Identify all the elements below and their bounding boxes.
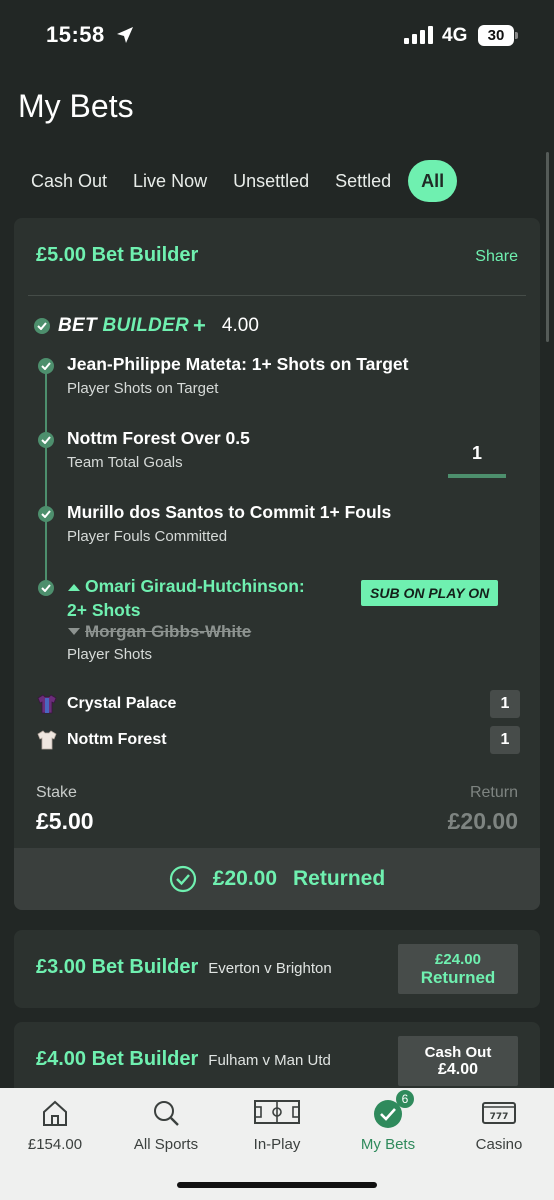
bet-title: £3.00 Bet Builder Everton v Brighton	[36, 956, 332, 978]
team-name: Nottm Forest	[67, 731, 167, 748]
return-value: £20.00	[447, 808, 518, 834]
team-score: 1	[490, 726, 520, 754]
returned-label: Returned	[293, 867, 386, 890]
nav-in-play[interactable]: In-Play	[222, 1088, 332, 1166]
svg-text:777: 777	[490, 1112, 509, 1122]
returned-banner: £20.00 Returned	[14, 848, 540, 910]
match-label: Fulham v Man Utd	[208, 1052, 331, 1069]
bet-filter-tabs: Cash Out Live Now Unsettled Settled All	[18, 160, 458, 202]
check-circle-icon	[169, 865, 196, 893]
my-bets-count-badge: 6	[396, 1090, 414, 1108]
nottm-forest-shirt-icon	[37, 730, 57, 750]
bets-list: £5.00 Bet Builder Share BET BUILDER + 4.…	[0, 210, 554, 1090]
tab-cash-out[interactable]: Cash Out	[18, 160, 120, 202]
search-icon	[154, 1101, 179, 1126]
bet-leg: Jean-Philippe Mateta: 1+ Shots on Target…	[67, 352, 408, 397]
stake-value: £5.00	[36, 808, 94, 834]
leg-market: Team Total Goals	[67, 454, 183, 471]
leg-market: Player Fouls Committed	[67, 528, 228, 545]
stake-label: Stake	[36, 784, 77, 801]
tab-settled[interactable]: Settled	[322, 160, 404, 202]
share-button[interactable]: Share	[475, 248, 518, 266]
divider	[28, 295, 526, 296]
returned-status: £24.00 Returned	[398, 944, 518, 994]
home-indicator[interactable]	[177, 1182, 377, 1188]
tab-live-now[interactable]: Live Now	[120, 160, 220, 202]
nav-label: My Bets	[360, 1136, 416, 1153]
nav-my-bets[interactable]: 6 My Bets	[333, 1088, 443, 1166]
bet-leg: Murillo dos Santos to Commit 1+ Fouls Pl…	[67, 500, 391, 545]
home-icon	[43, 1100, 67, 1126]
status-time: 15:58	[46, 22, 105, 47]
signal-icon	[404, 26, 433, 44]
check-icon	[34, 318, 50, 334]
sub-on-arrow-icon	[68, 584, 80, 591]
nav-label: In-Play	[253, 1136, 301, 1153]
replaced-player: Morgan Gibbs-White	[67, 622, 305, 642]
team-row: Crystal Palace 1	[36, 690, 520, 718]
bet-builder-header: BET BUILDER + 4.00	[34, 313, 259, 339]
nav-home[interactable]: £154.00	[0, 1088, 110, 1166]
team-row: Nottm Forest 1	[36, 726, 520, 754]
nav-label: £154.00	[27, 1136, 83, 1153]
nav-all-sports[interactable]: All Sports	[111, 1088, 221, 1166]
battery-icon: 30	[478, 25, 518, 46]
bet-leg: Omari Giraud-Hutchinson: 2+ Shots Morgan …	[67, 574, 305, 663]
bet-builder-logo: BET BUILDER	[58, 315, 190, 336]
leg-title: Omari Giraud-Hutchinson: 2+ Shots	[67, 576, 305, 620]
leg-market: Player Shots on Target	[67, 380, 219, 397]
status-bar: 15:58 4G 30	[0, 0, 554, 70]
location-arrow-icon	[117, 27, 133, 43]
pitch-icon	[254, 1100, 300, 1124]
cash-out-button[interactable]: Cash Out £4.00	[398, 1036, 518, 1086]
leg-title: Murillo dos Santos to Commit 1+ Fouls	[67, 502, 392, 522]
goal-tracker-bar	[448, 474, 506, 478]
leg-check-icon	[38, 432, 54, 448]
bet-odds: 4.00	[221, 315, 259, 336]
team-score: 1	[490, 690, 520, 718]
tab-all[interactable]: All	[408, 160, 458, 202]
bet-card[interactable]: £5.00 Bet Builder Share BET BUILDER + 4.…	[14, 218, 540, 910]
leg-market: Player Shots	[67, 646, 153, 663]
leg-check-icon	[38, 358, 54, 374]
team-name: Crystal Palace	[67, 695, 177, 712]
bet-leg: Nottm Forest Over 0.5 Team Total Goals	[67, 426, 250, 471]
bet-title: £5.00 Bet Builder	[36, 244, 199, 266]
slot-machine-icon: 777	[482, 1102, 516, 1124]
nav-casino[interactable]: 777 Casino	[444, 1088, 554, 1166]
nav-label: Casino	[475, 1136, 523, 1153]
return-label: Return	[469, 784, 518, 801]
network-label: 4G	[442, 25, 468, 46]
tab-unsettled[interactable]: Unsettled	[220, 160, 322, 202]
crystal-palace-shirt-icon	[37, 694, 57, 714]
leg-title: Nottm Forest Over 0.5	[67, 428, 250, 448]
bet-title: £4.00 Bet Builder Fulham v Man Utd	[36, 1048, 331, 1070]
nav-label: All Sports	[133, 1136, 199, 1153]
leg-timeline	[45, 368, 47, 590]
leg-title: Jean-Philippe Mateta: 1+ Shots on Target	[67, 354, 409, 374]
match-label: Everton v Brighton	[208, 960, 332, 977]
returned-amount: £20.00	[212, 867, 278, 890]
bet-card[interactable]: £3.00 Bet Builder Everton v Brighton £24.…	[14, 930, 540, 1008]
leg-check-icon	[38, 506, 54, 522]
page-title: My Bets	[18, 88, 134, 124]
goal-tracker: 1	[448, 443, 506, 478]
leg-check-icon	[38, 580, 54, 596]
bet-card[interactable]: £4.00 Bet Builder Fulham v Man Utd Cash O…	[14, 1022, 540, 1090]
sub-off-arrow-icon	[68, 628, 80, 635]
bet-builder-plus: +	[193, 313, 206, 338]
sub-on-play-on-badge: SUB ON PLAY ON	[361, 580, 499, 606]
bottom-nav: £154.00 All Sports In-Play 6 My Bets 777…	[0, 1088, 554, 1200]
goal-tracker-value: 1	[471, 443, 482, 463]
